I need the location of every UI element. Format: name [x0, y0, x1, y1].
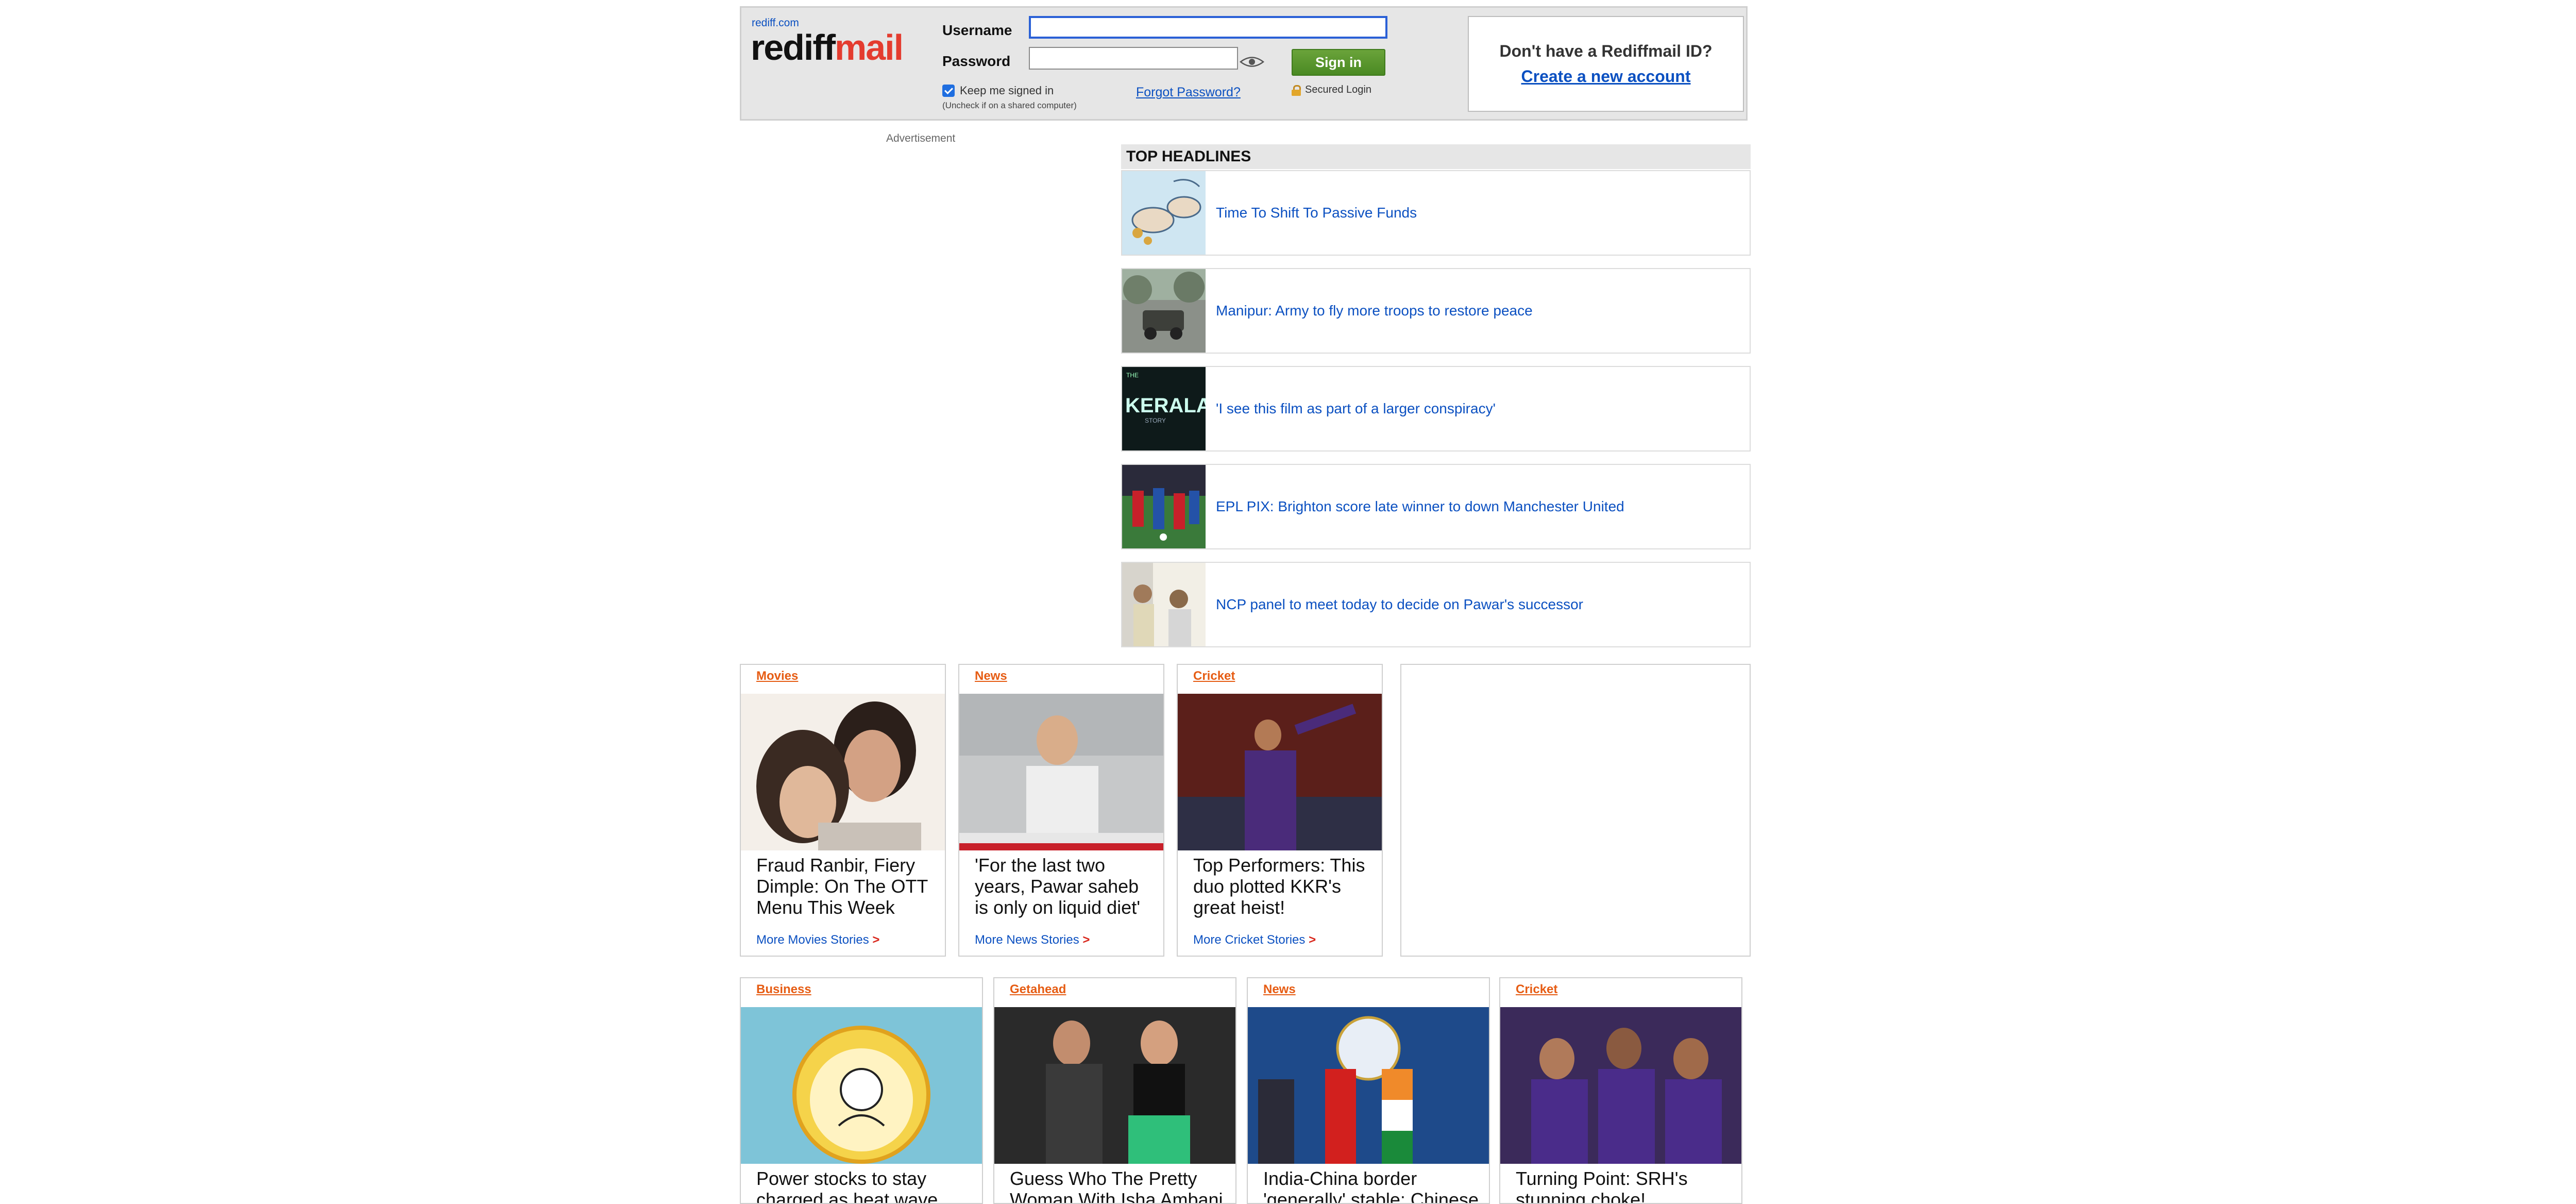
more-stories-label: More Movies Stories — [756, 933, 869, 947]
card-image[interactable] — [994, 1007, 1235, 1164]
card-category-link[interactable]: Cricket — [1516, 982, 1557, 997]
card-image[interactable] — [1178, 694, 1382, 850]
story-card-news[interactable]: News 'For the last two years, Pawar sahe… — [958, 664, 1164, 957]
more-arrow-icon: > — [1082, 933, 1090, 947]
headline-link[interactable]: NCP panel to meet today to decide on Paw… — [1216, 563, 1583, 646]
card-category-link[interactable]: Getahead — [1010, 982, 1066, 997]
keep-signed-in-checkbox[interactable] — [942, 85, 955, 97]
headline-item[interactable]: THE KERALA STORY 'I see this film as par… — [1121, 366, 1751, 452]
story-card-cricket-2[interactable]: Cricket Turning Point: SRH's stunning ch… — [1499, 977, 1742, 1204]
secured-login: Secured Login — [1292, 84, 1371, 96]
username-input[interactable] — [1029, 16, 1387, 39]
lock-icon — [1292, 85, 1301, 96]
keep-signed-in-label: Keep me signed in — [960, 84, 1054, 97]
headline-item[interactable]: Time To Shift To Passive Funds — [1121, 170, 1751, 256]
story-card-getahead[interactable]: Getahead Guess Who The Pretty Woman With… — [993, 977, 1236, 1204]
card-title-line: Dimple: On The OTT — [756, 876, 928, 897]
card-title-line: Top Performers: This — [1193, 855, 1365, 876]
card-category-link[interactable]: Movies — [756, 669, 798, 683]
create-account-link[interactable]: Create a new account — [1469, 67, 1743, 86]
card-title-line: Menu This Week — [756, 897, 895, 918]
headline-link[interactable]: Manipur: Army to fly more troops to rest… — [1216, 269, 1533, 353]
card-title-line: India-China border — [1263, 1168, 1417, 1189]
card-title[interactable]: India-China border 'generally' stable: C… — [1263, 1168, 1479, 1203]
sign-in-button[interactable]: Sign in — [1292, 49, 1385, 76]
card-title-line: Power stocks to stay — [756, 1168, 927, 1189]
card-category-link[interactable]: News — [975, 669, 1007, 683]
logo-part-rediff: rediff — [751, 27, 836, 68]
card-title-line: duo plotted KKR's — [1193, 876, 1342, 897]
headline-thumbnail[interactable]: THE KERALA STORY — [1122, 367, 1206, 450]
headline-item[interactable]: EPL PIX: Brighton score late winner to d… — [1121, 464, 1751, 549]
signup-panel: Don't have a Rediffmail ID? Create a new… — [1468, 16, 1744, 112]
card-category-link[interactable]: Business — [756, 982, 811, 997]
forgot-password-link[interactable]: Forgot Password? — [1136, 85, 1241, 100]
svg-text:KERALA: KERALA — [1125, 394, 1206, 417]
card-image[interactable] — [741, 1007, 982, 1164]
card-title-line: is only on liquid diet' — [975, 897, 1141, 918]
headline-link[interactable]: EPL PIX: Brighton score late winner to d… — [1216, 465, 1624, 548]
headline-thumbnail[interactable] — [1122, 269, 1206, 353]
card-title-line: years, Pawar saheb — [975, 876, 1139, 897]
card-title[interactable]: Fraud Ranbir, Fiery Dimple: On The OTT M… — [756, 855, 928, 918]
card-category-link[interactable]: Cricket — [1193, 669, 1235, 683]
headline-link[interactable]: Time To Shift To Passive Funds — [1216, 171, 1417, 255]
advertisement-label: Advertisement — [886, 132, 956, 144]
headline-thumbnail[interactable] — [1122, 563, 1206, 646]
headline-item[interactable]: Manipur: Army to fly more troops to rest… — [1121, 268, 1751, 354]
svg-text:STORY: STORY — [1145, 417, 1166, 424]
story-card-news-2[interactable]: News India-China border 'generally' stab… — [1247, 977, 1490, 1204]
more-stories-link[interactable]: More Movies Stories > — [756, 933, 879, 947]
card-title-line: Turning Point: SRH's — [1516, 1168, 1688, 1189]
more-stories-label: More News Stories — [975, 933, 1079, 947]
svg-text:THE: THE — [1126, 372, 1139, 379]
username-label: Username — [942, 22, 1012, 38]
headline-thumbnail[interactable] — [1122, 465, 1206, 548]
card-category-link[interactable]: News — [1263, 982, 1296, 997]
top-headlines-title: TOP HEADLINES — [1121, 144, 1751, 169]
card-title-line: 'For the last two — [975, 855, 1105, 876]
show-password-eye-icon[interactable] — [1239, 54, 1265, 70]
password-label: Password — [942, 53, 1011, 69]
login-panel: rediff.com rediffmail Username Password … — [740, 6, 1748, 121]
logo-part-mail: mail — [835, 27, 904, 68]
card-image[interactable] — [959, 694, 1163, 850]
headline-item[interactable]: NCP panel to meet today to decide on Paw… — [1121, 562, 1751, 647]
keep-signed-in-row[interactable]: Keep me signed in — [942, 84, 1054, 97]
signup-question: Don't have a Rediffmail ID? — [1499, 42, 1713, 60]
card-title[interactable]: Turning Point: SRH's stunning choke! — [1516, 1168, 1688, 1203]
more-arrow-icon: > — [872, 933, 880, 947]
story-card-movies[interactable]: Movies Fraud Ranbir, Fiery Dimple: On Th… — [740, 664, 946, 957]
card-title[interactable]: 'For the last two years, Pawar saheb is … — [975, 855, 1140, 918]
more-arrow-icon: > — [1309, 933, 1316, 947]
more-stories-link[interactable]: More News Stories > — [975, 933, 1090, 947]
rediffmail-logo[interactable]: rediffmail — [751, 27, 904, 68]
headline-link[interactable]: 'I see this film as part of a larger con… — [1216, 367, 1496, 450]
card-title[interactable]: Power stocks to stay charged as heat wav… — [756, 1168, 938, 1203]
card-image[interactable] — [741, 694, 945, 850]
card-title-line: Guess Who The Pretty — [1010, 1168, 1197, 1189]
more-stories-label: More Cricket Stories — [1193, 933, 1306, 947]
card-title-line: Fraud Ranbir, Fiery — [756, 855, 916, 876]
story-card-business[interactable]: Business Power stocks to stay charged as… — [740, 977, 983, 1204]
card-title-line: great heist! — [1193, 897, 1285, 918]
card-title[interactable]: Top Performers: This duo plotted KKR's g… — [1193, 855, 1365, 918]
card-image[interactable] — [1248, 1007, 1489, 1164]
card-image[interactable] — [1500, 1007, 1741, 1164]
secured-login-label: Secured Login — [1305, 84, 1371, 95]
advertisement-slot[interactable] — [1400, 664, 1751, 957]
story-card-cricket[interactable]: Cricket Top Performers: This duo plotted… — [1177, 664, 1383, 957]
headline-thumbnail[interactable] — [1122, 171, 1206, 255]
shared-computer-note: (Uncheck if on a shared computer) — [942, 101, 1077, 110]
more-stories-link[interactable]: More Cricket Stories > — [1193, 933, 1316, 947]
card-title[interactable]: Guess Who The Pretty Woman With Isha Amb… — [1010, 1168, 1223, 1203]
password-input[interactable] — [1029, 47, 1238, 70]
